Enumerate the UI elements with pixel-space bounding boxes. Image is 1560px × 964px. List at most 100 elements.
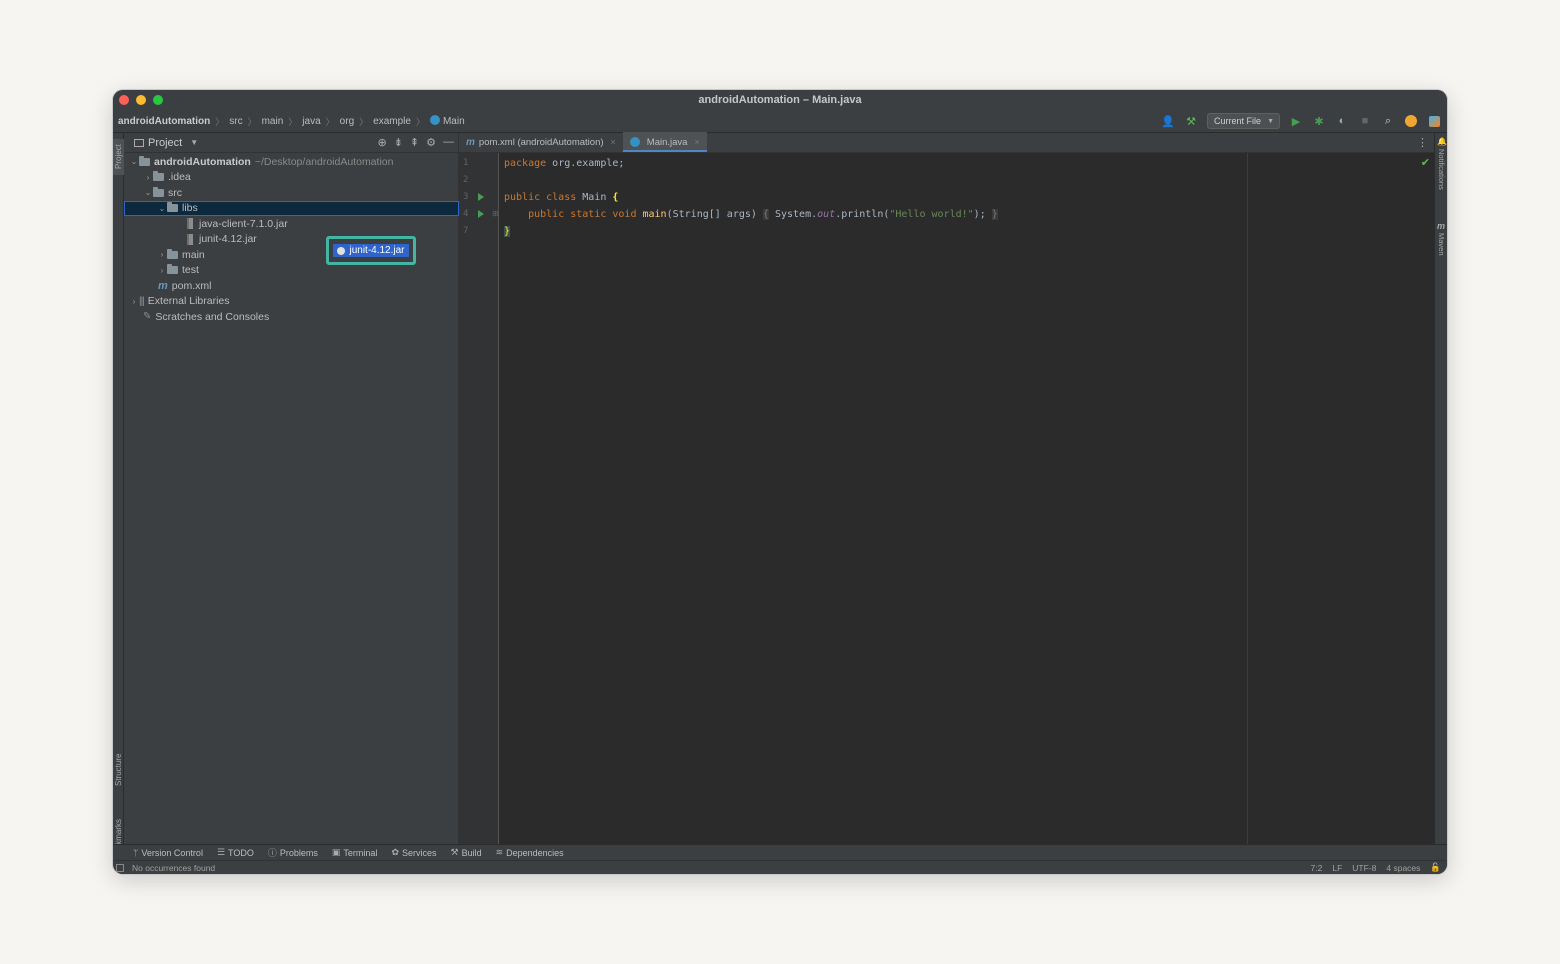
locate-icon[interactable]: ⊕ — [377, 136, 386, 149]
structure-tool-tab[interactable]: Structure — [113, 745, 124, 795]
line-number: 2 — [463, 175, 469, 185]
breadcrumb-example[interactable]: example — [373, 116, 411, 127]
tree-item-scratches[interactable]: ✎ Scratches and Consoles — [124, 309, 459, 325]
build-hammer-icon[interactable]: ⚒ — [1184, 114, 1198, 128]
right-margin-guide — [1247, 153, 1248, 844]
breadcrumb-org[interactable]: org — [340, 116, 354, 127]
code-line-7: } — [504, 226, 511, 237]
tree-item-androidautomation[interactable]: ⌄ androidAutomation ~/Desktop/androidAut… — [124, 154, 459, 170]
folder-icon — [167, 264, 178, 275]
jar-icon — [187, 218, 193, 230]
notifications-tool-tab[interactable]: Notifications — [1436, 149, 1447, 203]
maven-icon[interactable]: m — [1437, 221, 1445, 231]
ide-logo-icon[interactable] — [1427, 114, 1441, 128]
maven-icon: m — [158, 279, 168, 292]
tree-item-libs[interactable]: ⌄ libs — [124, 200, 459, 216]
check-icon[interactable]: ✔ — [1421, 156, 1430, 169]
run-configuration-select[interactable]: Current File ▼ — [1207, 113, 1280, 129]
line-number: 1 — [463, 158, 469, 168]
jar-icon — [187, 233, 193, 245]
editor-gutter: 1 2 3 4 ⊞ 7 — [459, 153, 499, 844]
module-folder-icon — [139, 155, 150, 166]
breadcrumb-src[interactable]: src — [229, 116, 242, 127]
tab-main-java[interactable]: Main.java × — [622, 132, 707, 152]
version-control-tab[interactable]: ᛘ Version Control — [133, 848, 203, 858]
run-gutter-icon[interactable] — [478, 210, 484, 218]
project-panel-title[interactable]: Project — [148, 137, 182, 149]
breadcrumb-project[interactable]: androidAutomation — [118, 116, 210, 127]
run-gutter-icon[interactable] — [478, 193, 484, 201]
tree-item-src[interactable]: ⌄ src — [124, 185, 459, 201]
status-message: No occurrences found — [132, 862, 216, 873]
code-editor[interactable]: ✔ package org.example; public class Main… — [499, 153, 1434, 844]
breadcrumb-main[interactable]: main — [262, 116, 284, 127]
drag-tooltip: junit-4.12.jar — [326, 236, 416, 265]
close-window-button[interactable] — [119, 95, 129, 105]
code-line-3: public class Main { — [504, 192, 619, 203]
problems-tab[interactable]: ⓘ Problems — [268, 846, 318, 859]
run-icon[interactable]: ▶ — [1289, 114, 1303, 128]
project-tool-tab[interactable]: Project — [113, 139, 124, 175]
account-icon[interactable]: 👤 — [1161, 114, 1175, 128]
info-icon: ⓘ — [267, 848, 277, 858]
breadcrumb-class[interactable]: Main — [429, 115, 465, 127]
status-bar: No occurrences found 7:2 LF UTF-8 4 spac… — [113, 860, 1447, 874]
debug-icon[interactable]: ✱ — [1312, 114, 1326, 128]
line-number: 7 — [463, 226, 469, 236]
chevron-down-icon[interactable]: ▼ — [190, 138, 198, 147]
terminal-tab[interactable]: ▣ Terminal — [332, 847, 378, 858]
stop-icon[interactable]: ■ — [1358, 114, 1372, 128]
tree-item-java-client-jar[interactable]: java-client-7.1.0.jar — [124, 216, 459, 232]
update-icon[interactable] — [1404, 114, 1418, 128]
panel-toggle-icon[interactable] — [116, 864, 124, 872]
fold-icon[interactable]: ⊞ — [492, 209, 499, 218]
navigation-bar: androidAutomation 〉 src 〉 main 〉 java 〉 org 〉… — [113, 110, 1447, 133]
chevron-right-icon[interactable]: › — [157, 250, 167, 259]
tree-item-external-libraries[interactable]: › ||| External Libraries — [124, 294, 459, 310]
minimize-window-button[interactable] — [136, 95, 146, 105]
scratches-icon: ✎ — [143, 311, 152, 323]
collapse-all-icon[interactable]: ⇞ — [410, 136, 419, 149]
lock-icon[interactable]: 🔓 — [1430, 862, 1441, 873]
folder-icon — [153, 186, 164, 197]
line-number: 3 — [463, 192, 469, 202]
dependencies-tab[interactable]: ≋ Dependencies — [496, 847, 564, 858]
tab-pom-xml[interactable]: m pom.xml (androidAutomation) × — [459, 132, 623, 152]
breadcrumb-java[interactable]: java — [302, 116, 320, 127]
line-number: 4 — [463, 209, 469, 219]
more-options-icon[interactable]: ⋮ — [1417, 136, 1428, 149]
bell-icon[interactable]: 🔔 — [1437, 137, 1447, 146]
class-icon — [629, 137, 640, 147]
tree-item-pom[interactable]: m pom.xml — [124, 278, 459, 294]
chevron-down-icon[interactable]: ⌄ — [157, 204, 167, 213]
main-toolbar: 👤 ⚒ Current File ▼ ▶ ✱ ◐ ■ ⌕ — [1161, 113, 1441, 129]
build-tab[interactable]: ⚒ Build — [451, 847, 482, 858]
close-icon[interactable]: × — [611, 137, 616, 147]
chevron-right-icon[interactable]: › — [143, 173, 153, 182]
hammer-icon: ⚒ — [450, 847, 459, 857]
services-tab[interactable]: ✿ Services — [391, 847, 436, 858]
chevron-down-icon[interactable]: ⌄ — [143, 188, 153, 197]
chevron-down-icon[interactable]: ⌄ — [129, 157, 139, 166]
zoom-window-button[interactable] — [153, 95, 163, 105]
coverage-icon[interactable]: ◐ — [1335, 114, 1349, 128]
tree-item-idea[interactable]: › .idea — [124, 170, 459, 186]
libraries-icon: ||| — [139, 295, 145, 307]
close-icon[interactable]: × — [694, 137, 699, 147]
window-controls — [119, 95, 163, 105]
maven-tool-tab[interactable]: Maven — [1436, 233, 1447, 263]
chevron-right-icon[interactable]: › — [157, 266, 167, 275]
expand-all-icon[interactable]: ⇟ — [394, 136, 403, 149]
line-separator[interactable]: LF — [1332, 863, 1342, 873]
hide-panel-icon[interactable]: — — [443, 136, 454, 149]
editor-tabs: m pom.xml (androidAutomation) × Main.jav… — [459, 132, 1434, 153]
title-bar: androidAutomation – Main.java — [113, 90, 1447, 110]
indent-setting[interactable]: 4 spaces — [1386, 863, 1420, 873]
search-icon[interactable]: ⌕ — [1381, 114, 1395, 128]
caret-position[interactable]: 7:2 — [1311, 863, 1323, 873]
gear-icon[interactable]: ⚙ — [426, 136, 436, 149]
file-encoding[interactable]: UTF-8 — [1352, 863, 1376, 873]
chevron-right-icon[interactable]: › — [129, 297, 139, 306]
todo-tab[interactable]: ☰ TODO — [217, 847, 254, 858]
layers-icon: ≋ — [495, 847, 504, 857]
